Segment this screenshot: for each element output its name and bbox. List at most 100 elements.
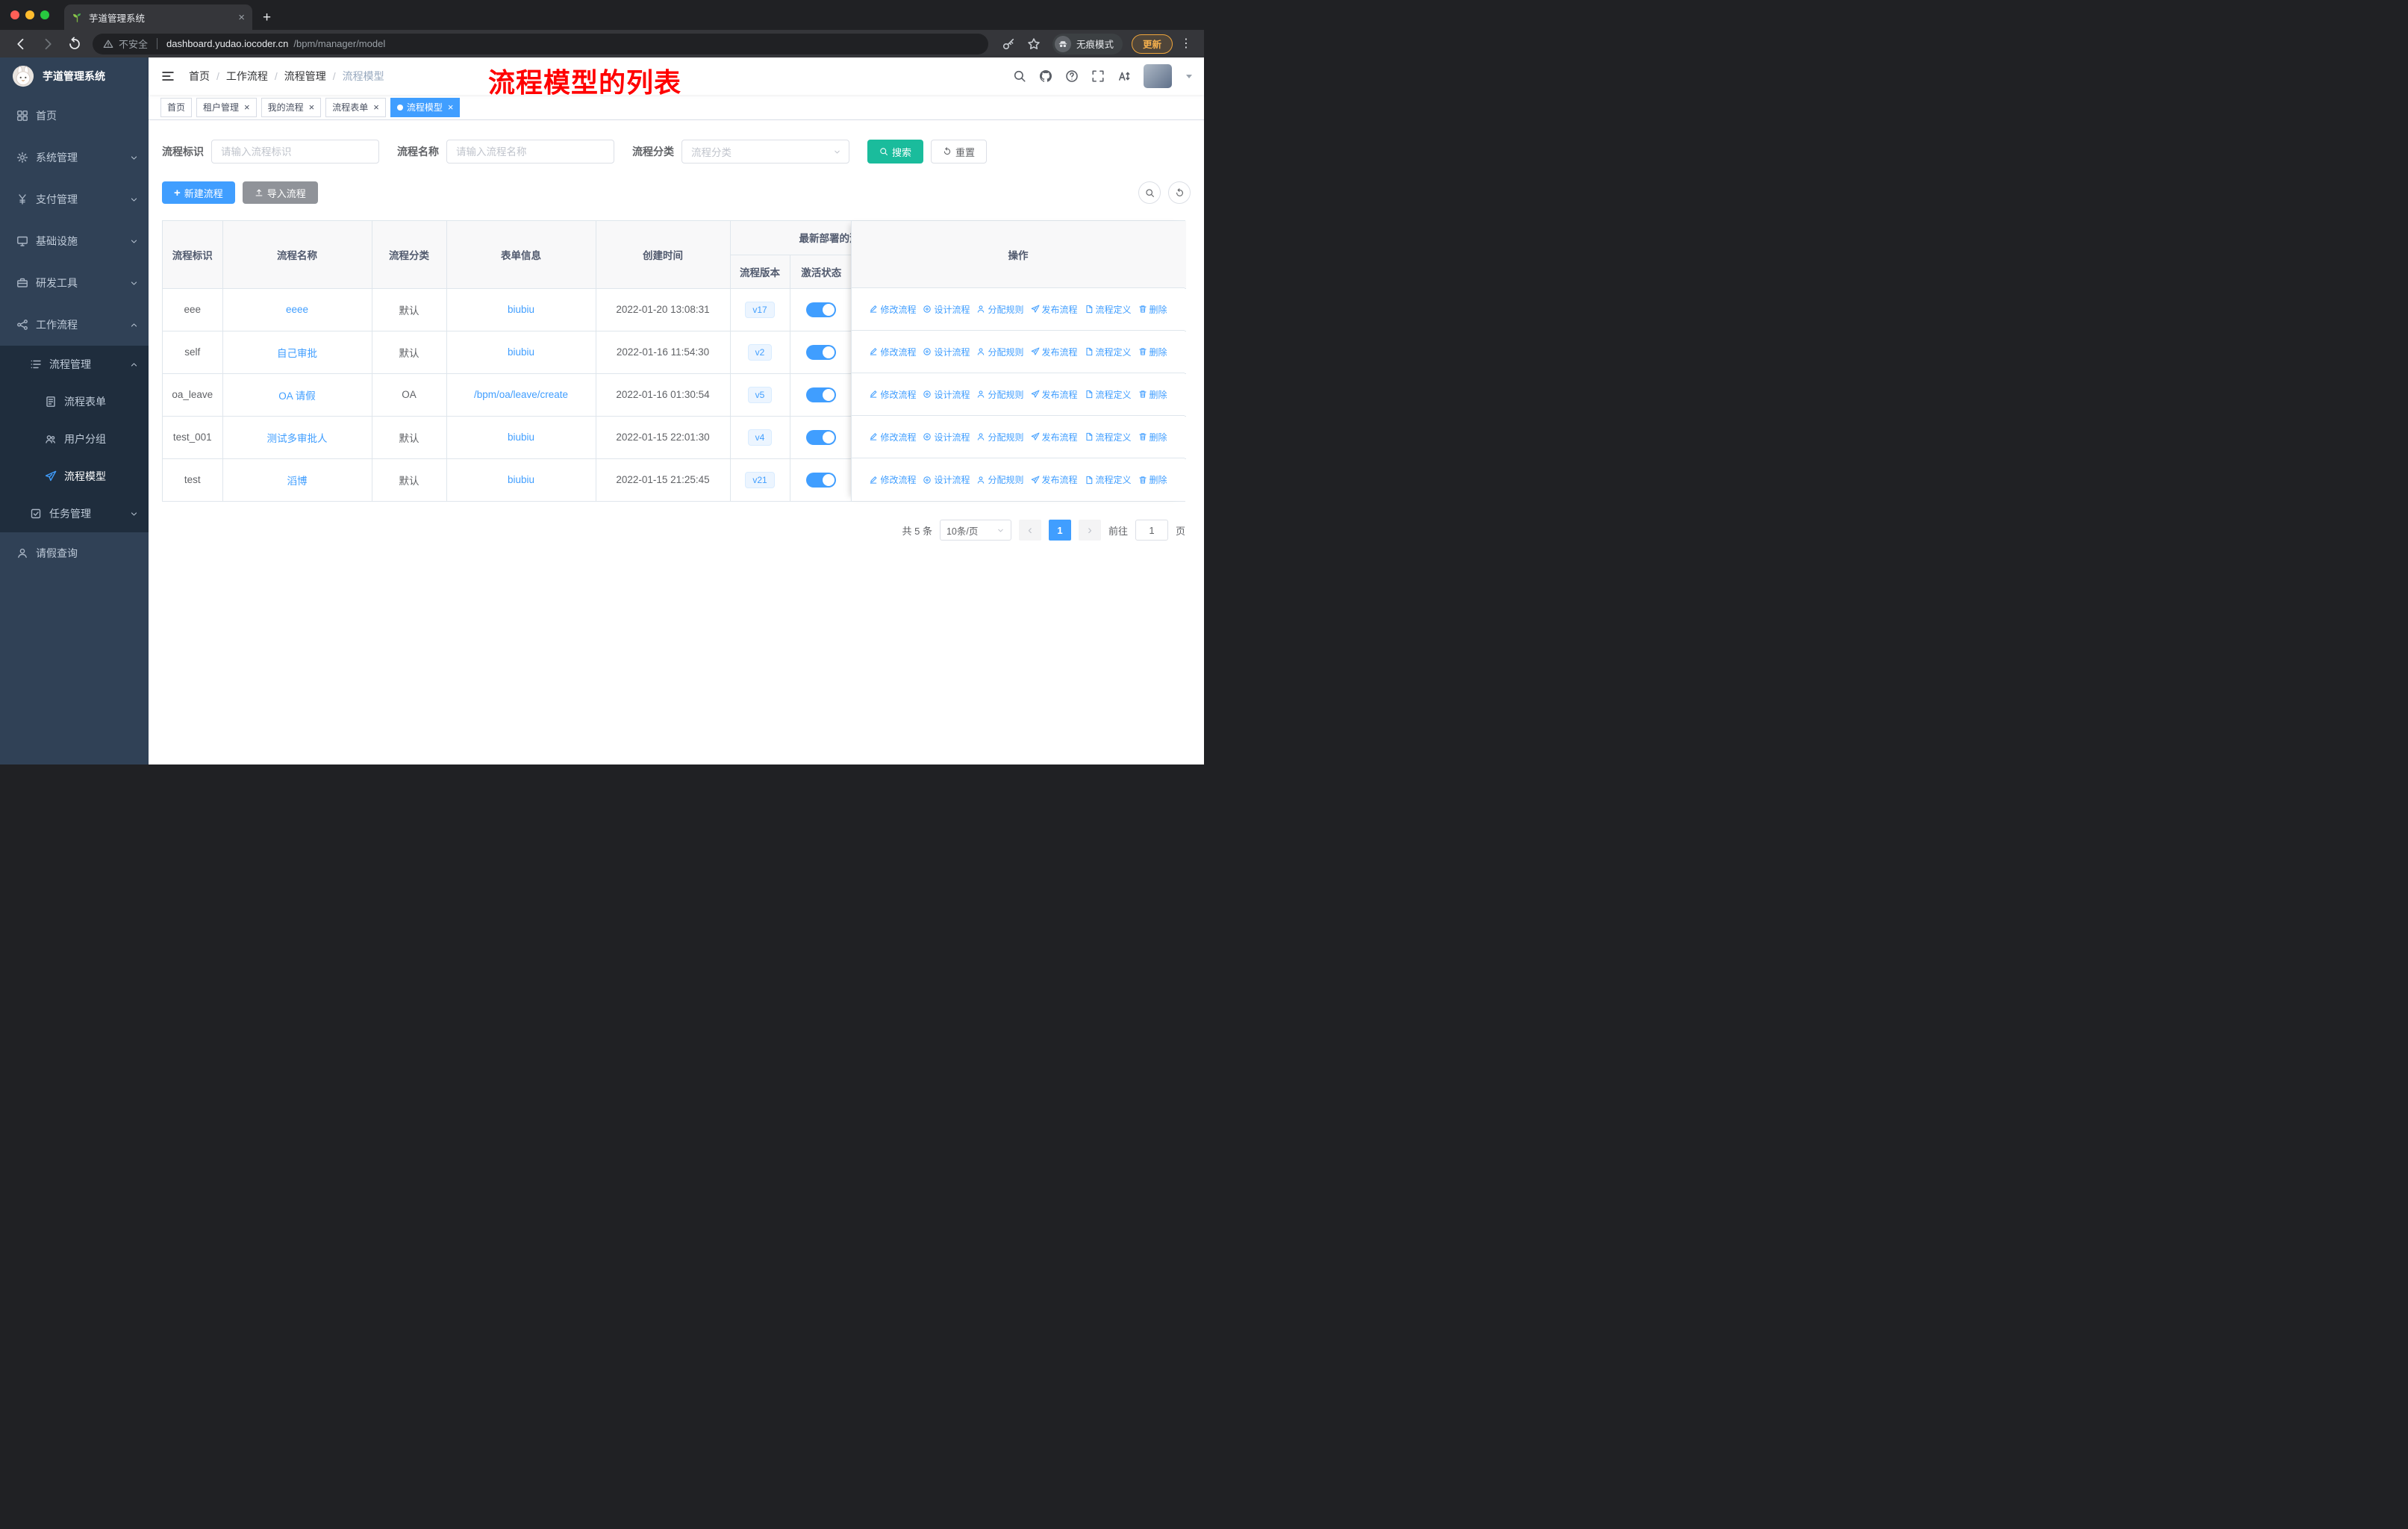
category-select[interactable]: 流程分类 [681, 140, 849, 164]
action-assign[interactable]: 分配规则 [976, 388, 1024, 401]
breadcrumb-item[interactable]: 首页 [189, 69, 210, 84]
refresh-table-button[interactable] [1168, 181, 1191, 204]
new-tab-button[interactable]: + [263, 10, 271, 25]
process-name-input[interactable] [446, 140, 614, 164]
action-assign[interactable]: 分配规则 [976, 346, 1024, 358]
action-publish[interactable]: 发布流程 [1031, 388, 1078, 401]
incognito-badge[interactable]: 无痕模式 [1052, 33, 1123, 55]
action-edit[interactable]: 修改流程 [869, 346, 916, 358]
sidebar-item-task-mgmt[interactable]: 任务管理 [0, 495, 149, 532]
sidebar-item-workflow[interactable]: 工作流程 [0, 304, 149, 346]
bookmark-star-icon[interactable] [1027, 37, 1041, 51]
tab-close-icon[interactable]: × [238, 12, 245, 23]
action-publish[interactable]: 发布流程 [1031, 473, 1078, 486]
breadcrumb-item[interactable]: 工作流程 [226, 69, 268, 84]
action-publish[interactable]: 发布流程 [1031, 346, 1078, 358]
fullscreen-icon[interactable] [1091, 69, 1105, 83]
action-definition[interactable]: 流程定义 [1085, 473, 1132, 486]
active-status-toggle[interactable] [806, 344, 836, 360]
action-design[interactable]: 设计流程 [923, 346, 970, 358]
action-definition[interactable]: 流程定义 [1085, 388, 1132, 401]
action-design[interactable]: 设计流程 [923, 303, 970, 316]
goto-page-input[interactable] [1135, 520, 1168, 541]
forward-icon[interactable] [40, 37, 55, 52]
action-delete[interactable]: 删除 [1138, 303, 1167, 316]
action-assign[interactable]: 分配规则 [976, 303, 1024, 316]
security-label[interactable]: 不安全 [119, 37, 148, 51]
action-publish[interactable]: 发布流程 [1031, 303, 1078, 316]
action-delete[interactable]: 删除 [1138, 431, 1167, 443]
sidebar-item-process-form[interactable]: 流程表单 [0, 383, 149, 420]
sidebar-item-user-group[interactable]: 用户分组 [0, 420, 149, 458]
close-icon[interactable]: × [309, 102, 315, 112]
toggle-search-button[interactable] [1138, 181, 1161, 204]
search-button[interactable]: 搜索 [867, 140, 924, 164]
action-assign[interactable]: 分配规则 [976, 431, 1024, 443]
action-definition[interactable]: 流程定义 [1085, 303, 1132, 316]
close-icon[interactable]: × [373, 102, 379, 112]
reset-button[interactable]: 重置 [931, 140, 988, 164]
tag-流程模型[interactable]: 流程模型 × [390, 97, 461, 117]
form-info-link[interactable]: biubiu [508, 346, 534, 358]
user-avatar[interactable] [1144, 64, 1172, 88]
tag-租户管理[interactable]: 租户管理 × [196, 97, 257, 117]
action-definition[interactable]: 流程定义 [1085, 431, 1132, 443]
active-status-toggle[interactable] [806, 429, 836, 445]
process-name-link[interactable]: 测试多审批人 [267, 433, 328, 444]
sidebar-logo[interactable]: 芋道管理系统 [0, 57, 149, 95]
github-icon[interactable] [1039, 69, 1052, 83]
form-info-link[interactable]: /bpm/oa/leave/create [474, 389, 568, 400]
active-status-toggle[interactable] [806, 387, 836, 402]
import-process-button[interactable]: 导入流程 [242, 181, 318, 204]
address-bar[interactable]: 不安全 dashboard.yudao.iocoder.cn/bpm/manag… [93, 33, 988, 55]
action-delete[interactable]: 删除 [1138, 346, 1167, 358]
process-name-link[interactable]: OA 请假 [278, 390, 316, 402]
action-design[interactable]: 设计流程 [923, 388, 970, 401]
help-icon[interactable] [1065, 69, 1079, 83]
action-delete[interactable]: 删除 [1138, 388, 1167, 401]
search-icon[interactable] [1013, 69, 1026, 83]
action-edit[interactable]: 修改流程 [869, 388, 916, 401]
action-delete[interactable]: 删除 [1138, 473, 1167, 486]
sidebar-item-home[interactable]: 首页 [0, 95, 149, 137]
tag-我的流程[interactable]: 我的流程 × [261, 97, 322, 117]
process-name-link[interactable]: eeee [286, 304, 308, 315]
font-size-icon[interactable] [1117, 69, 1131, 83]
avatar-caret-icon[interactable] [1186, 74, 1192, 78]
browser-menu-icon[interactable]: ⋮ [1180, 37, 1192, 50]
sidebar-item-process-model[interactable]: 流程模型 [0, 458, 149, 495]
action-design[interactable]: 设计流程 [923, 431, 970, 443]
active-status-toggle[interactable] [806, 472, 836, 488]
breadcrumb-item[interactable]: 流程管理 [284, 69, 326, 84]
sidebar-collapse-icon[interactable] [160, 69, 175, 84]
sidebar-item-payment[interactable]: 支付管理 [0, 178, 149, 220]
form-info-link[interactable]: biubiu [508, 474, 534, 485]
sidebar-item-process-mgmt[interactable]: 流程管理 [0, 346, 149, 383]
browser-tab[interactable]: 芋道管理系统 × [64, 4, 252, 30]
process-name-link[interactable]: 自己审批 [277, 348, 317, 359]
close-icon[interactable]: × [448, 102, 454, 112]
create-process-button[interactable]: + 新建流程 [162, 181, 235, 204]
action-edit[interactable]: 修改流程 [869, 431, 916, 443]
form-info-link[interactable]: biubiu [508, 432, 534, 443]
close-icon[interactable]: × [244, 102, 250, 112]
page-size-select[interactable]: 10条/页 [939, 520, 1011, 541]
action-design[interactable]: 设计流程 [923, 473, 970, 486]
sidebar-item-infra[interactable]: 基础设施 [0, 220, 149, 262]
form-info-link[interactable]: biubiu [508, 304, 534, 315]
sidebar-item-system[interactable]: 系统管理 [0, 137, 149, 178]
maximize-window-button[interactable] [40, 10, 49, 19]
action-edit[interactable]: 修改流程 [869, 473, 916, 486]
minimize-window-button[interactable] [25, 10, 34, 19]
page-1-button[interactable]: 1 [1048, 520, 1071, 541]
active-status-toggle[interactable] [806, 302, 836, 317]
close-window-button[interactable] [10, 10, 19, 19]
tag-首页[interactable]: 首页 [160, 97, 193, 117]
prev-page-button[interactable]: ‹ [1018, 520, 1041, 541]
sidebar-item-leave-query[interactable]: 请假查询 [0, 532, 149, 574]
next-page-button[interactable]: › [1078, 520, 1101, 541]
update-button[interactable]: 更新 [1131, 34, 1173, 54]
process-name-link[interactable]: 滔博 [287, 476, 308, 487]
reload-icon[interactable] [67, 37, 82, 52]
action-publish[interactable]: 发布流程 [1031, 431, 1078, 443]
